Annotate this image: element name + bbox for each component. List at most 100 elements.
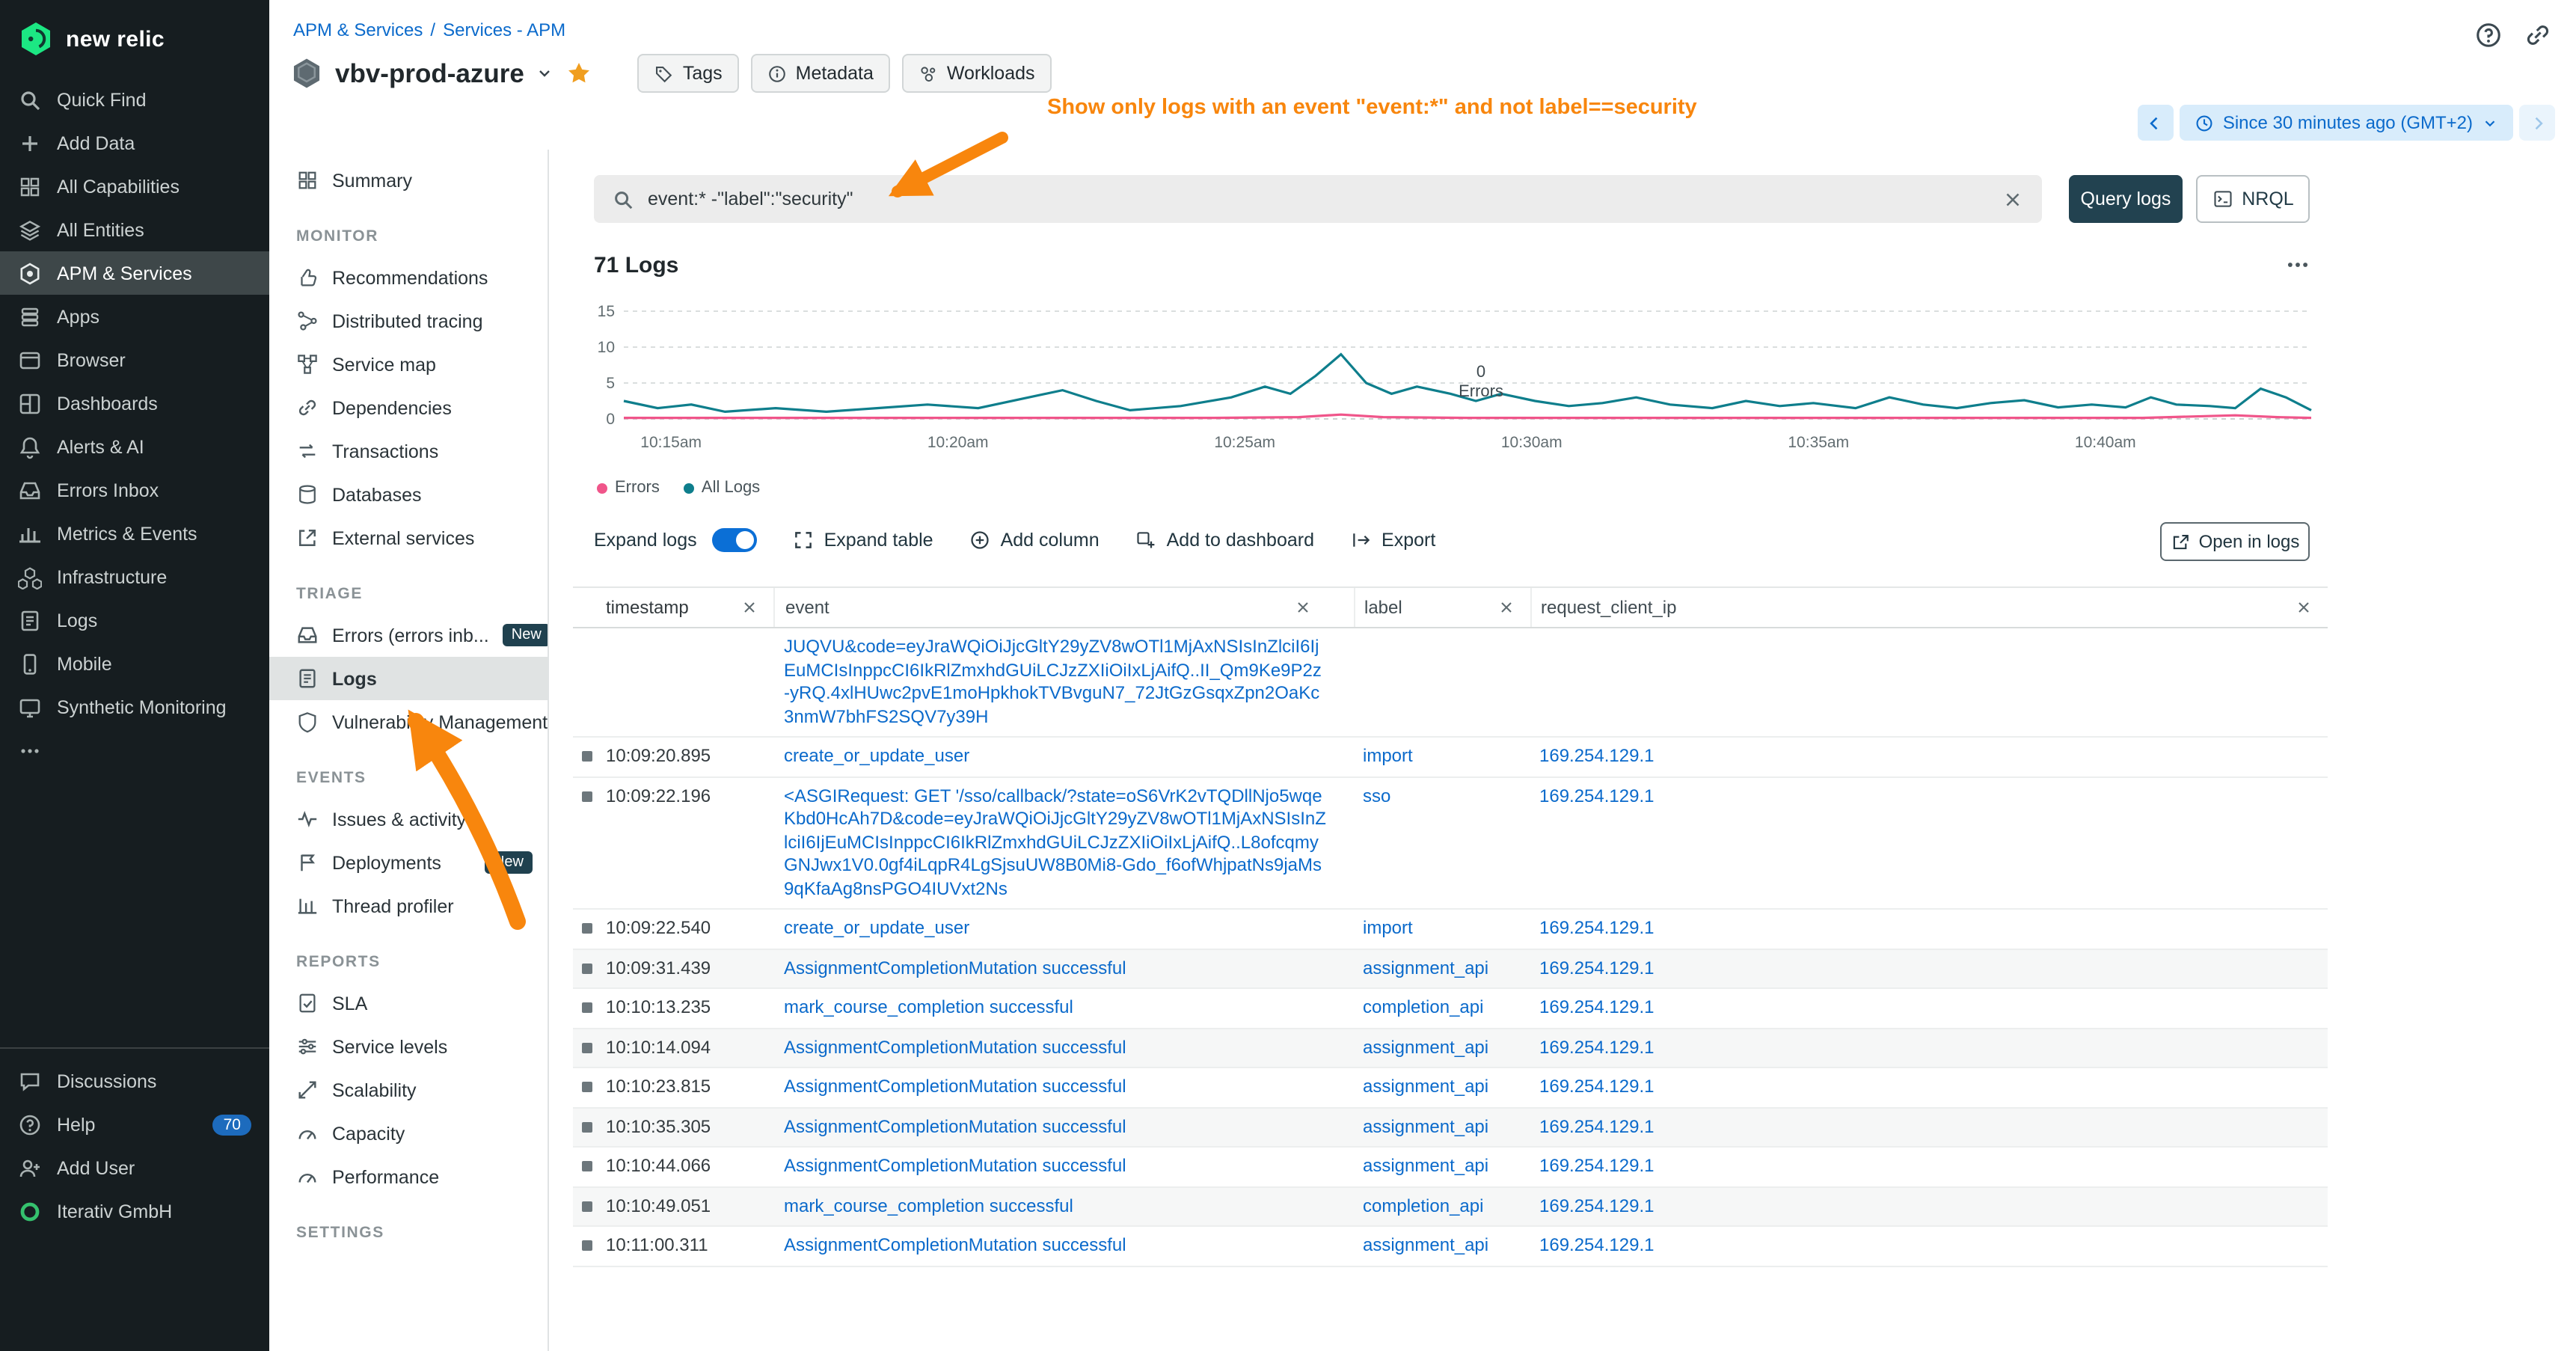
expand-logs-toggle[interactable] bbox=[712, 528, 757, 552]
table-row[interactable]: 10:09:22.540create_or_update_userimport1… bbox=[573, 910, 2328, 949]
event-link[interactable]: JUQVU&code=eyJraWQiOiJjcGltY29yZV8wOTl1M… bbox=[784, 636, 1322, 726]
label-link[interactable]: assignment_api bbox=[1363, 957, 1488, 978]
table-row[interactable]: 10:10:14.094AssignmentCompletionMutation… bbox=[573, 1029, 2328, 1068]
event-link[interactable]: AssignmentCompletionMutation successful bbox=[784, 1115, 1126, 1136]
table-row[interactable]: 10:10:13.235mark_course_completion succe… bbox=[573, 989, 2328, 1029]
table-row[interactable]: 10:11:00.311AssignmentCompletionMutation… bbox=[573, 1227, 2328, 1266]
row-handle-icon[interactable] bbox=[582, 751, 592, 762]
label-link[interactable]: sso bbox=[1363, 785, 1390, 806]
time-forward-button[interactable] bbox=[2519, 105, 2555, 141]
table-row[interactable]: 10:10:44.066AssignmentCompletionMutation… bbox=[573, 1148, 2328, 1187]
help-circle-icon[interactable] bbox=[2474, 21, 2503, 49]
subnav-item-dependencies[interactable]: Dependencies bbox=[269, 386, 548, 429]
subnav-item-recommendations[interactable]: Recommendations bbox=[269, 256, 548, 299]
remove-column-icon[interactable] bbox=[1294, 598, 1312, 616]
event-link[interactable]: AssignmentCompletionMutation successful bbox=[784, 1076, 1126, 1097]
entity-chevron-down-icon[interactable] bbox=[536, 64, 554, 82]
ip-link[interactable]: 169.254.129.1 bbox=[1539, 785, 1655, 806]
label-link[interactable]: import bbox=[1363, 917, 1413, 938]
subnav-item-sla[interactable]: SLA bbox=[269, 981, 548, 1025]
legend-all-logs[interactable]: All Logs bbox=[684, 479, 760, 497]
ip-link[interactable]: 169.254.129.1 bbox=[1539, 1155, 1655, 1176]
subnav-item-databases[interactable]: Databases bbox=[269, 473, 548, 516]
event-link[interactable]: AssignmentCompletionMutation successful bbox=[784, 957, 1126, 978]
sidebar-item-infrastructure[interactable]: Infrastructure bbox=[0, 555, 269, 598]
favorite-star-icon[interactable] bbox=[566, 60, 593, 87]
breadcrumb-link-apm-services[interactable]: APM & Services bbox=[293, 19, 423, 40]
ip-link[interactable]: 169.254.129.1 bbox=[1539, 1036, 1655, 1057]
event-link[interactable]: AssignmentCompletionMutation successful bbox=[784, 1155, 1126, 1176]
subnav-item-external-services[interactable]: External services bbox=[269, 516, 548, 560]
brand-logo[interactable]: new relic bbox=[0, 0, 269, 78]
sidebar-item-help[interactable]: Help70 bbox=[0, 1103, 269, 1146]
legend-errors[interactable]: Errors bbox=[597, 479, 660, 497]
row-handle-icon[interactable] bbox=[582, 1121, 592, 1132]
breadcrumb-link-services-apm[interactable]: Services - APM bbox=[443, 19, 565, 40]
subnav-item-scalability[interactable]: Scalability bbox=[269, 1068, 548, 1112]
row-handle-icon[interactable] bbox=[582, 791, 592, 801]
label-link[interactable]: assignment_api bbox=[1363, 1115, 1488, 1136]
subnav-item-distributed-tracing[interactable]: Distributed tracing bbox=[269, 299, 548, 343]
event-link[interactable]: create_or_update_user bbox=[784, 745, 969, 766]
nrql-button[interactable]: NRQL bbox=[2196, 175, 2310, 223]
table-row[interactable]: 10:09:22.196<ASGIRequest: GET '/sso/call… bbox=[573, 777, 2328, 910]
row-handle-icon[interactable] bbox=[582, 1240, 592, 1251]
label-link[interactable]: import bbox=[1363, 745, 1413, 766]
ip-link[interactable]: 169.254.129.1 bbox=[1539, 745, 1655, 766]
table-row[interactable]: 10:10:35.305AssignmentCompletionMutation… bbox=[573, 1108, 2328, 1148]
sidebar-item-errors-inbox[interactable]: Errors Inbox bbox=[0, 468, 269, 512]
label-link[interactable]: assignment_api bbox=[1363, 1076, 1488, 1097]
time-back-button[interactable] bbox=[2138, 105, 2174, 141]
ip-link[interactable]: 169.254.129.1 bbox=[1539, 957, 1655, 978]
row-handle-icon[interactable] bbox=[582, 1002, 592, 1013]
sidebar-item-all-entities[interactable]: All Entities bbox=[0, 208, 269, 251]
subnav-item-summary[interactable]: Summary bbox=[269, 159, 548, 202]
query-logs-button[interactable]: Query logs bbox=[2069, 175, 2183, 223]
event-link[interactable]: mark_course_completion successful bbox=[784, 996, 1073, 1017]
subnav-item-thread-profiler[interactable]: Thread profiler bbox=[269, 884, 548, 928]
remove-column-icon[interactable] bbox=[2295, 598, 2313, 616]
add-column-button[interactable]: Add column bbox=[969, 530, 1100, 551]
table-row[interactable]: JUQVU&code=eyJraWQiOiJjcGltY29yZV8wOTl1M… bbox=[573, 628, 2328, 738]
sidebar-item-quick-find[interactable]: Quick Find bbox=[0, 78, 269, 121]
sidebar-item-apps[interactable]: Apps bbox=[0, 295, 269, 338]
ip-link[interactable]: 169.254.129.1 bbox=[1539, 1076, 1655, 1097]
label-link[interactable]: assignment_api bbox=[1363, 1155, 1488, 1176]
permalink-icon[interactable] bbox=[2524, 21, 2552, 49]
event-link[interactable]: <ASGIRequest: GET '/sso/callback/?state=… bbox=[784, 785, 1326, 898]
event-link[interactable]: AssignmentCompletionMutation successful bbox=[784, 1036, 1126, 1057]
log-query-input[interactable] bbox=[648, 189, 1988, 209]
export-button[interactable]: Export bbox=[1350, 530, 1435, 551]
subnav-item-service-levels[interactable]: Service levels bbox=[269, 1025, 548, 1068]
table-row[interactable]: 10:10:49.051mark_course_completion succe… bbox=[573, 1187, 2328, 1227]
add-to-dashboard-button[interactable]: Add to dashboard bbox=[1135, 530, 1314, 551]
open-in-logs-button[interactable]: Open in logs bbox=[2160, 522, 2310, 561]
remove-column-icon[interactable] bbox=[740, 598, 758, 616]
event-link[interactable]: AssignmentCompletionMutation successful bbox=[784, 1234, 1126, 1255]
col-header-event[interactable]: event bbox=[773, 588, 1354, 627]
metadata-button[interactable]: Metadata bbox=[751, 54, 890, 93]
clear-search-icon[interactable] bbox=[2002, 188, 2024, 210]
ip-link[interactable]: 169.254.129.1 bbox=[1539, 1195, 1655, 1216]
sidebar-item-logs[interactable]: Logs bbox=[0, 598, 269, 642]
subnav-item-errors-errors-inb[interactable]: Errors (errors inb...New bbox=[269, 613, 548, 657]
label-link[interactable]: completion_api bbox=[1363, 996, 1483, 1017]
subnav-item-performance[interactable]: Performance bbox=[269, 1155, 548, 1198]
time-range-button[interactable]: Since 30 minutes ago (GMT+2) bbox=[2180, 105, 2513, 141]
sidebar-item-alerts-ai[interactable]: Alerts & AI bbox=[0, 425, 269, 468]
subnav-item-issues-activity[interactable]: Issues & activity bbox=[269, 797, 548, 841]
sidebar-item-iterativ-gmbh[interactable]: Iterativ GmbH bbox=[0, 1189, 269, 1233]
ip-link[interactable]: 169.254.129.1 bbox=[1539, 1234, 1655, 1255]
row-handle-icon[interactable] bbox=[582, 963, 592, 973]
col-header-timestamp[interactable]: timestamp bbox=[606, 597, 773, 618]
table-row[interactable]: 10:10:23.815AssignmentCompletionMutation… bbox=[573, 1068, 2328, 1108]
ip-link[interactable]: 169.254.129.1 bbox=[1539, 1115, 1655, 1136]
row-handle-icon[interactable] bbox=[582, 923, 592, 934]
subnav-item-transactions[interactable]: Transactions bbox=[269, 429, 548, 473]
col-header-label[interactable]: label bbox=[1354, 588, 1530, 627]
sidebar-item-mobile[interactable]: Mobile bbox=[0, 642, 269, 685]
subnav-item-capacity[interactable]: Capacity bbox=[269, 1112, 548, 1155]
sidebar-item-add-data[interactable]: Add Data bbox=[0, 121, 269, 165]
sidebar-item-metrics-events[interactable]: Metrics & Events bbox=[0, 512, 269, 555]
subnav-item-deployments[interactable]: DeploymentsNew bbox=[269, 841, 548, 884]
